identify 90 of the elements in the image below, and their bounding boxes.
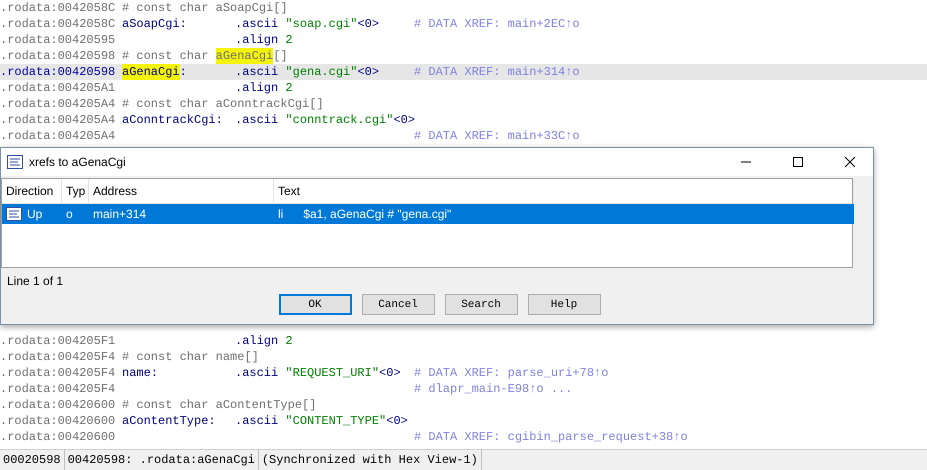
brackets-text: [] <box>273 48 288 64</box>
declaration-text: # const char <box>122 96 210 112</box>
label-text: aContentType <box>122 413 208 429</box>
column-header[interactable]: Direction <box>2 179 62 203</box>
directive-text: .ascii <box>235 16 280 32</box>
directive-text: .align <box>235 80 280 96</box>
brackets-text: [] <box>273 0 288 16</box>
xref-comment: # DATA XREF: cgibin_parse_request+38↑o <box>414 429 688 445</box>
xref-row[interactable]: Up o main+314 li $a1, aGenaCgi # "gena.cgi" <box>2 204 854 224</box>
colon-text: : <box>150 365 158 381</box>
address-text: .rodata:0042058C <box>0 0 116 16</box>
string-text: "REQUEST_URI" <box>285 365 380 381</box>
colon-text: : <box>208 413 216 429</box>
number-text: 2 <box>285 333 293 349</box>
address-text: .rodata:004205F4 <box>0 349 116 365</box>
address-text: .rodata:004205A4 <box>0 96 116 112</box>
xrefs-icon <box>6 207 22 221</box>
string-text: "conntrack.cgi" <box>285 112 394 128</box>
column-header[interactable]: Typ <box>62 179 89 203</box>
directive-text: .ascii <box>235 112 280 128</box>
brackets-text: [] <box>244 349 259 365</box>
table-cell-text: o <box>65 206 74 223</box>
string-text: "soap.cgi" <box>285 16 358 32</box>
address-text: .rodata:004205A4 <box>0 128 116 144</box>
dialog-button[interactable]: Cancel <box>362 294 434 315</box>
brackets-text: [] <box>309 96 324 112</box>
table-cell-text: li $a1, aGenaCgi # "gena.cgi" <box>277 206 452 223</box>
xref-comment: # dlapr_main-E98↑o ... <box>414 381 572 397</box>
address-text: .rodata:004205A1 <box>0 80 116 96</box>
xrefs-icon <box>7 155 23 169</box>
dialog-button[interactable]: Help <box>528 294 600 315</box>
dialog-button[interactable]: OK <box>278 294 352 315</box>
label-text: aSoapCgi <box>122 16 180 32</box>
terminator-text: <0> <box>357 16 380 32</box>
number-text: 2 <box>285 32 293 48</box>
line-count: Line 1 of 1 <box>7 274 64 288</box>
address-text: .rodata:004205F1 <box>0 333 116 349</box>
terminator-text: <0> <box>386 413 408 429</box>
xref-comment: # DATA XREF: main+2EC↑o <box>414 16 580 32</box>
address-text: .rodata:0042058C <box>0 16 116 32</box>
status-text: 00420598: .rodata:aGenaCgi <box>64 450 259 470</box>
maximize-icon <box>793 157 803 167</box>
colon-text: : <box>180 64 187 80</box>
table-cell: Up <box>27 207 42 221</box>
status-text: 00020598 <box>0 450 65 470</box>
symbol-name: name <box>216 349 244 365</box>
symbol-name: aContentType <box>216 397 302 413</box>
address-text: .rodata:004205F4 <box>0 381 116 397</box>
number-text: 2 <box>285 80 293 96</box>
dialog-button[interactable]: Search <box>444 294 518 315</box>
address-text: .rodata:00420598 <box>0 64 116 80</box>
terminator-text: <0> <box>379 365 401 381</box>
directive-text: .ascii <box>235 413 280 429</box>
close-icon <box>845 157 855 167</box>
colon-text: : <box>180 16 187 32</box>
declaration-text: # const char <box>122 349 210 365</box>
address-text: .rodata:00420600 <box>0 413 116 429</box>
address-text: .rodata:004205F4 <box>0 365 116 381</box>
declaration-text: # const char <box>122 397 210 413</box>
directive-text: .align <box>235 333 280 349</box>
label-text: name <box>122 365 151 381</box>
address-text: .rodata:00420600 <box>0 429 116 445</box>
declaration-text: # const char <box>122 48 210 64</box>
string-text: "CONTENT_TYPE" <box>285 413 386 429</box>
status-text: (Synchronized with Hex View-1) <box>258 450 482 470</box>
symbol-name: aGenaCgi <box>216 48 274 64</box>
directive-text: .ascii <box>235 365 280 381</box>
label-text: aConntrackCgi <box>122 112 216 128</box>
colon-text: : <box>216 112 223 128</box>
terminator-text: <0> <box>393 112 416 128</box>
address-text: .rodata:00420595 <box>0 32 116 48</box>
table-cell-text: main+314 <box>92 206 148 223</box>
address-text: .rodata:00420600 <box>0 397 116 413</box>
window-title: xrefs to aGenaCgi <box>29 155 127 169</box>
symbol-name: aSoapCgi <box>216 0 274 16</box>
column-header[interactable]: Text <box>274 179 854 203</box>
xref-comment: # DATA XREF: main+314↑o <box>414 64 580 80</box>
directive-text: .ascii <box>235 64 280 80</box>
xref-comment: # DATA XREF: main+33C↑o <box>414 128 580 144</box>
brackets-text: [] <box>302 397 316 413</box>
string-text: "gena.cgi" <box>285 64 358 80</box>
xref-comment: # DATA XREF: parse_uri+78↑o <box>414 365 608 381</box>
label-text: aGenaCgi <box>122 64 180 80</box>
declaration-text: # const char <box>122 0 210 16</box>
directive-text: .align <box>235 32 280 48</box>
column-header[interactable]: Address <box>89 179 274 203</box>
terminator-text: <0> <box>357 64 380 80</box>
symbol-name: aConntrackCgi <box>216 96 310 112</box>
address-text: .rodata:00420598 <box>0 48 116 64</box>
address-text: .rodata:004205A4 <box>0 112 116 128</box>
